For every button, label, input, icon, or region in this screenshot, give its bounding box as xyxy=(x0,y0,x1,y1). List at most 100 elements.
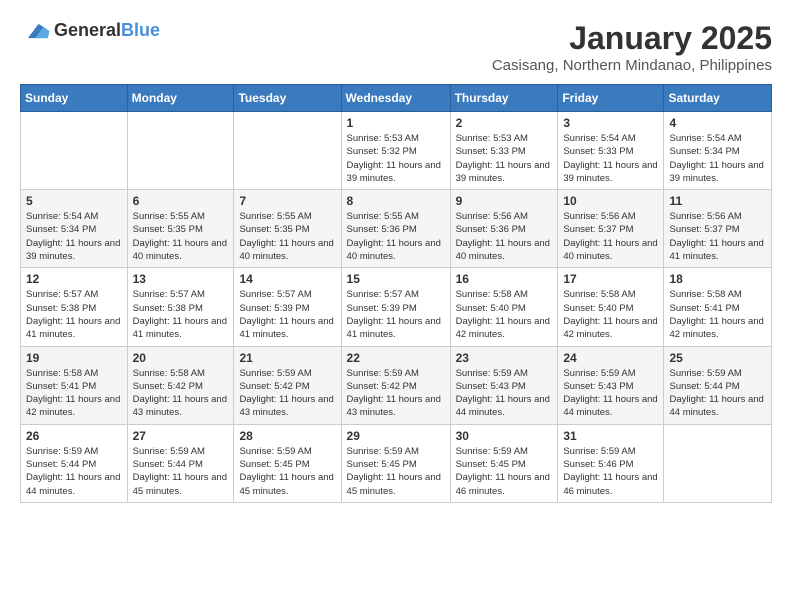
calendar-cell: 11 Sunrise: 5:56 AMSunset: 5:37 PMDayligh… xyxy=(664,190,772,268)
day-number: 28 xyxy=(239,429,335,443)
day-info: Sunrise: 5:59 AMSunset: 5:45 PMDaylight:… xyxy=(456,445,553,498)
day-info: Sunrise: 5:58 AMSunset: 5:40 PMDaylight:… xyxy=(456,288,553,341)
calendar-cell: 5 Sunrise: 5:54 AMSunset: 5:34 PMDaylight… xyxy=(21,190,128,268)
day-info: Sunrise: 5:56 AMSunset: 5:37 PMDaylight:… xyxy=(669,210,766,263)
day-number: 4 xyxy=(669,116,766,130)
calendar-week-row: 1 Sunrise: 5:53 AMSunset: 5:32 PMDaylight… xyxy=(21,112,772,190)
calendar-cell: 6Sunrise: 5:55 AMSunset: 5:35 PMDaylight… xyxy=(127,190,234,268)
day-number: 18 xyxy=(669,272,766,286)
calendar-cell xyxy=(664,424,772,502)
day-number: 2 xyxy=(456,116,553,130)
day-number: 31 xyxy=(563,429,658,443)
day-number: 27 xyxy=(133,429,229,443)
calendar-cell: 9Sunrise: 5:56 AMSunset: 5:36 PMDaylight… xyxy=(450,190,558,268)
day-info: Sunrise: 5:58 AMSunset: 5:41 PMDaylight:… xyxy=(669,288,766,341)
day-info: Sunrise: 5:54 AMSunset: 5:33 PMDaylight:… xyxy=(563,132,658,185)
day-info: Sunrise: 5:59 AMSunset: 5:44 PMDaylight:… xyxy=(26,445,122,498)
calendar-title: January 2025 xyxy=(492,20,772,57)
calendar-cell: 10Sunrise: 5:56 AMSunset: 5:37 PMDayligh… xyxy=(558,190,664,268)
day-number: 9 xyxy=(456,194,553,208)
calendar-cell: 28 Sunrise: 5:59 AMSunset: 5:45 PMDayligh… xyxy=(234,424,341,502)
calendar-week-row: 5 Sunrise: 5:54 AMSunset: 5:34 PMDaylight… xyxy=(21,190,772,268)
calendar-cell: 21 Sunrise: 5:59 AMSunset: 5:42 PMDayligh… xyxy=(234,346,341,424)
day-number: 7 xyxy=(239,194,335,208)
calendar-cell: 19 Sunrise: 5:58 AMSunset: 5:41 PMDayligh… xyxy=(21,346,128,424)
calendar-cell: 4 Sunrise: 5:54 AMSunset: 5:34 PMDaylight… xyxy=(664,112,772,190)
calendar-cell: 13Sunrise: 5:57 AMSunset: 5:38 PMDayligh… xyxy=(127,268,234,346)
calendar-cell: 23Sunrise: 5:59 AMSunset: 5:43 PMDayligh… xyxy=(450,346,558,424)
day-number: 14 xyxy=(239,272,335,286)
weekday-header: Sunday xyxy=(21,85,128,112)
header: GeneralBlue January 2025 Casisang, North… xyxy=(20,20,772,74)
day-info: Sunrise: 5:58 AMSunset: 5:41 PMDaylight:… xyxy=(26,367,122,420)
day-number: 30 xyxy=(456,429,553,443)
calendar-cell: 18 Sunrise: 5:58 AMSunset: 5:41 PMDayligh… xyxy=(664,268,772,346)
day-number: 12 xyxy=(26,272,122,286)
calendar-cell: 31 Sunrise: 5:59 AMSunset: 5:46 PMDayligh… xyxy=(558,424,664,502)
weekday-header: Tuesday xyxy=(234,85,341,112)
day-number: 23 xyxy=(456,351,553,365)
weekday-header: Wednesday xyxy=(341,85,450,112)
logo-blue: Blue xyxy=(121,20,160,40)
day-number: 11 xyxy=(669,194,766,208)
day-number: 16 xyxy=(456,272,553,286)
calendar-table: SundayMondayTuesdayWednesdayThursdayFrid… xyxy=(20,84,772,503)
calendar-week-row: 12 Sunrise: 5:57 AMSunset: 5:38 PMDayligh… xyxy=(21,268,772,346)
day-info: Sunrise: 5:55 AMSunset: 5:35 PMDaylight:… xyxy=(239,210,335,263)
calendar-cell: 1 Sunrise: 5:53 AMSunset: 5:32 PMDaylight… xyxy=(341,112,450,190)
day-info: Sunrise: 5:58 AMSunset: 5:42 PMDaylight:… xyxy=(133,367,229,420)
day-number: 13 xyxy=(133,272,229,286)
calendar-cell: 20 Sunrise: 5:58 AMSunset: 5:42 PMDayligh… xyxy=(127,346,234,424)
day-info: Sunrise: 5:59 AMSunset: 5:43 PMDaylight:… xyxy=(563,367,658,420)
calendar-cell: 14 Sunrise: 5:57 AMSunset: 5:39 PMDayligh… xyxy=(234,268,341,346)
calendar-cell: 29 Sunrise: 5:59 AMSunset: 5:45 PMDayligh… xyxy=(341,424,450,502)
weekday-header-row: SundayMondayTuesdayWednesdayThursdayFrid… xyxy=(21,85,772,112)
day-number: 19 xyxy=(26,351,122,365)
day-number: 24 xyxy=(563,351,658,365)
day-info: Sunrise: 5:59 AMSunset: 5:46 PMDaylight:… xyxy=(563,445,658,498)
day-info: Sunrise: 5:53 AMSunset: 5:32 PMDaylight:… xyxy=(347,132,445,185)
calendar-week-row: 26 Sunrise: 5:59 AMSunset: 5:44 PMDayligh… xyxy=(21,424,772,502)
calendar-cell: 24 Sunrise: 5:59 AMSunset: 5:43 PMDayligh… xyxy=(558,346,664,424)
day-info: Sunrise: 5:59 AMSunset: 5:45 PMDaylight:… xyxy=(347,445,445,498)
day-info: Sunrise: 5:55 AMSunset: 5:35 PMDaylight:… xyxy=(133,210,229,263)
day-number: 21 xyxy=(239,351,335,365)
day-info: Sunrise: 5:59 AMSunset: 5:45 PMDaylight:… xyxy=(239,445,335,498)
weekday-header: Saturday xyxy=(664,85,772,112)
day-info: Sunrise: 5:57 AMSunset: 5:39 PMDaylight:… xyxy=(239,288,335,341)
day-info: Sunrise: 5:56 AMSunset: 5:37 PMDaylight:… xyxy=(563,210,658,263)
day-info: Sunrise: 5:54 AMSunset: 5:34 PMDaylight:… xyxy=(26,210,122,263)
weekday-header: Thursday xyxy=(450,85,558,112)
day-number: 29 xyxy=(347,429,445,443)
calendar-week-row: 19 Sunrise: 5:58 AMSunset: 5:41 PMDayligh… xyxy=(21,346,772,424)
day-number: 20 xyxy=(133,351,229,365)
day-number: 17 xyxy=(563,272,658,286)
day-info: Sunrise: 5:57 AMSunset: 5:38 PMDaylight:… xyxy=(26,288,122,341)
day-info: Sunrise: 5:58 AMSunset: 5:40 PMDaylight:… xyxy=(563,288,658,341)
logo: GeneralBlue xyxy=(20,20,160,41)
calendar-cell xyxy=(127,112,234,190)
day-info: Sunrise: 5:54 AMSunset: 5:34 PMDaylight:… xyxy=(669,132,766,185)
day-info: Sunrise: 5:55 AMSunset: 5:36 PMDaylight:… xyxy=(347,210,445,263)
day-info: Sunrise: 5:57 AMSunset: 5:39 PMDaylight:… xyxy=(347,288,445,341)
day-number: 26 xyxy=(26,429,122,443)
weekday-header: Friday xyxy=(558,85,664,112)
day-number: 3 xyxy=(563,116,658,130)
calendar-cell: 25Sunrise: 5:59 AMSunset: 5:44 PMDayligh… xyxy=(664,346,772,424)
calendar-cell xyxy=(234,112,341,190)
day-info: Sunrise: 5:59 AMSunset: 5:44 PMDaylight:… xyxy=(669,367,766,420)
calendar-cell: 15Sunrise: 5:57 AMSunset: 5:39 PMDayligh… xyxy=(341,268,450,346)
calendar-cell: 17 Sunrise: 5:58 AMSunset: 5:40 PMDayligh… xyxy=(558,268,664,346)
logo-icon xyxy=(20,21,50,41)
title-area: January 2025 Casisang, Northern Mindanao… xyxy=(492,20,772,74)
day-number: 1 xyxy=(347,116,445,130)
calendar-cell xyxy=(21,112,128,190)
day-info: Sunrise: 5:59 AMSunset: 5:42 PMDaylight:… xyxy=(347,367,445,420)
day-info: Sunrise: 5:59 AMSunset: 5:42 PMDaylight:… xyxy=(239,367,335,420)
day-number: 8 xyxy=(347,194,445,208)
calendar-cell: 16 Sunrise: 5:58 AMSunset: 5:40 PMDayligh… xyxy=(450,268,558,346)
day-info: Sunrise: 5:59 AMSunset: 5:44 PMDaylight:… xyxy=(133,445,229,498)
calendar-cell: 2Sunrise: 5:53 AMSunset: 5:33 PMDaylight… xyxy=(450,112,558,190)
weekday-header: Monday xyxy=(127,85,234,112)
day-number: 5 xyxy=(26,194,122,208)
